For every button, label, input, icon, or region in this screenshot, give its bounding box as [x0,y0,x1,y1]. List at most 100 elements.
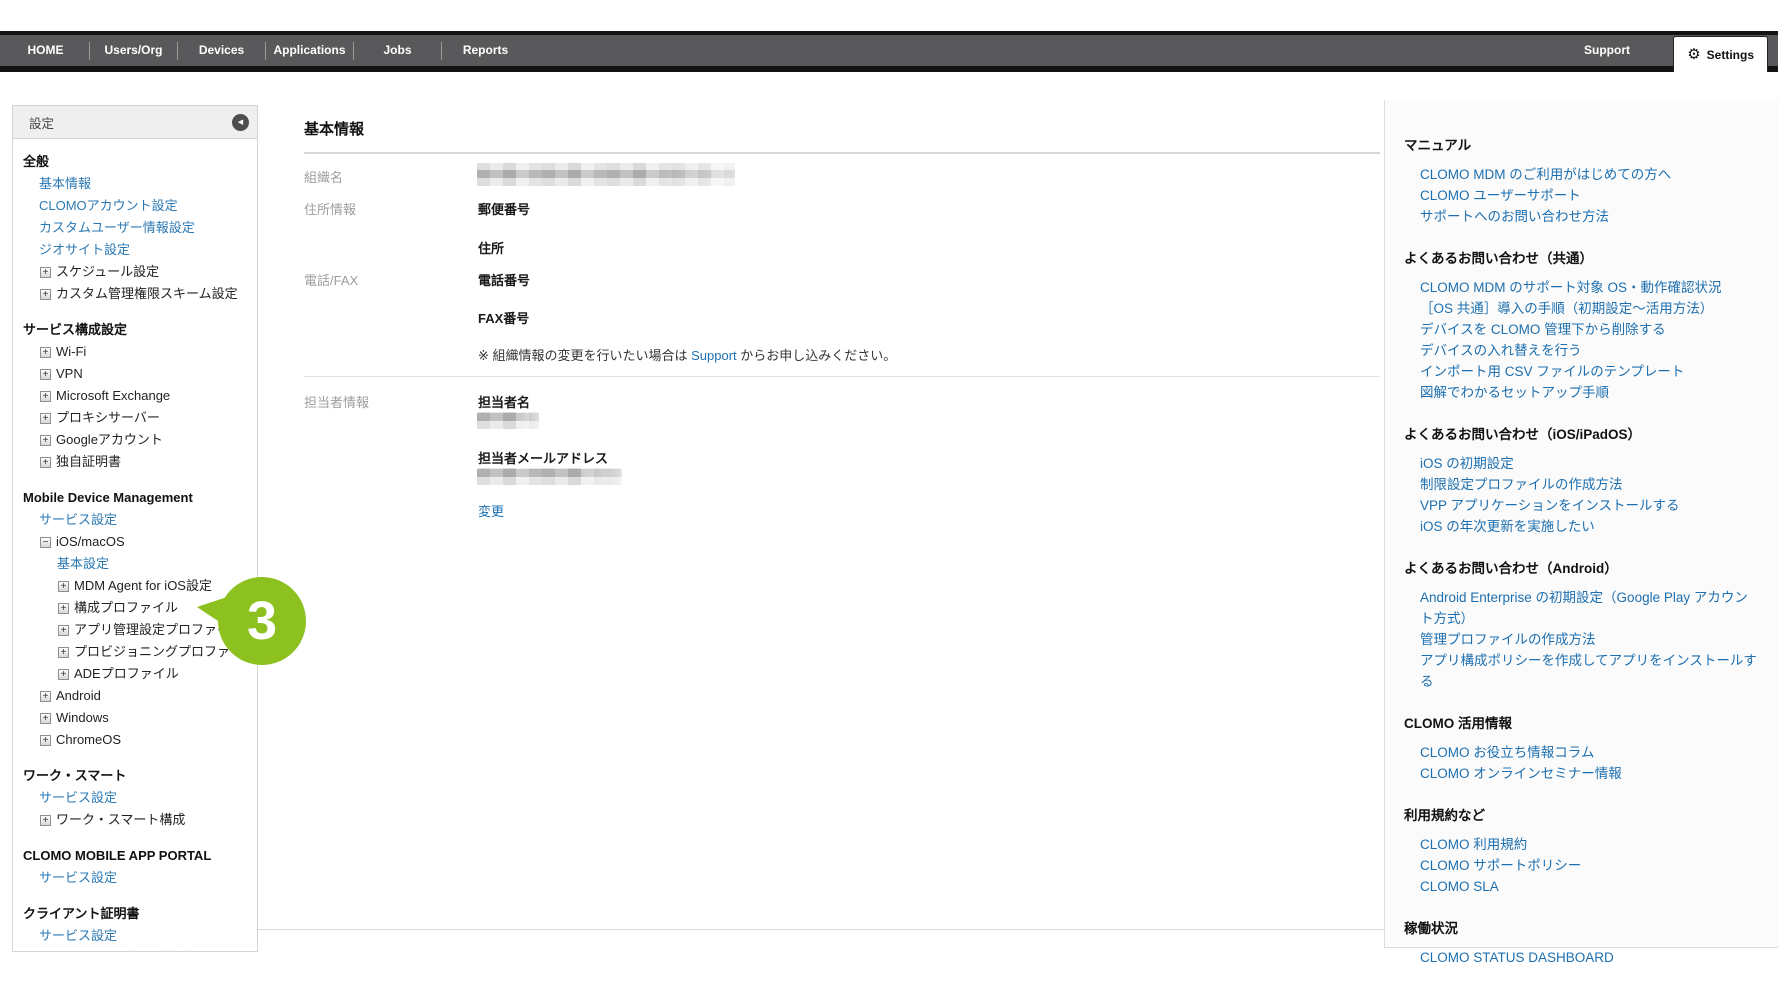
nav-support-link[interactable]: Support [1584,35,1630,66]
sidebar-item-link[interactable]: 基本情報 [13,173,257,195]
step-3-callout: 3 [197,577,327,667]
support-inline-link[interactable]: Support [691,348,737,363]
help-link[interactable]: インポート用 CSV ファイルのテンプレート [1404,361,1760,382]
help-link[interactable]: CLOMO お役立ち情報コラム [1404,742,1760,763]
plus-box-icon[interactable]: + [40,369,51,380]
address-section-label: 住所情報 [304,199,356,218]
nav-item-jobs[interactable]: Jobs [354,35,441,66]
help-link[interactable]: CLOMO ユーザーサポート [1404,185,1760,206]
help-link[interactable]: ［OS 共通］導入の手順（初期設定～活用方法） [1404,298,1760,319]
sidebar-section-title: Mobile Device Management [13,487,257,509]
sidebar-tree-item[interactable]: +プロキシサーバー [13,407,257,429]
sidebar-item-link[interactable]: サービス設定 [13,787,257,809]
minus-box-icon[interactable]: − [40,537,51,548]
settings-tab[interactable]: ⚙ Settings [1673,36,1768,72]
help-section-title: マニュアル [1404,136,1760,156]
help-link[interactable]: 管理プロファイルの作成方法 [1404,629,1760,650]
sidebar-tree-item-label: スケジュール設定 [56,261,159,283]
sidebar-tree-item[interactable]: + カスタム管理権限スキーム設定 [13,283,257,305]
sidebar-item-link[interactable]: カスタムユーザー情報設定 [13,217,257,239]
sidebar-item-link[interactable]: サービス設定 [13,509,257,531]
sidebar-tree-item[interactable]: +Wi-Fi [13,341,257,363]
plus-box-icon[interactable]: + [40,289,51,300]
sidebar-section-title: クライアント証明書 [13,903,257,925]
plus-box-icon[interactable]: + [40,457,51,468]
help-link[interactable]: 図解でわかるセットアップ手順 [1404,382,1760,403]
change-contact-link[interactable]: 変更 [478,501,504,520]
callout-number: 3 [247,590,277,652]
help-link[interactable]: Android Enterprise の初期設定（Google Play アカウ… [1404,587,1760,629]
sidebar-tree-item-label: Microsoft Exchange [56,385,170,407]
plus-box-icon[interactable]: + [58,669,69,680]
sidebar-tree-item[interactable]: + スケジュール設定 [13,261,257,283]
help-link[interactable]: アプリ構成ポリシーを作成してアプリをインストールする [1404,650,1760,692]
sidebar-item-link[interactable]: サードパーティ証明書設定 [13,947,257,952]
plus-box-icon[interactable]: + [40,413,51,424]
sidebar-tree-item[interactable]: +VPN [13,363,257,385]
section-divider [304,376,1380,377]
plus-box-icon[interactable]: + [58,581,69,592]
nav-item-reports[interactable]: Reports [442,35,529,66]
plus-box-icon[interactable]: + [40,713,51,724]
top-nav-bar: HOMEUsers/OrgDevicesApplicationsJobsRepo… [0,31,1778,72]
left-arrow-icon: ◀ [238,119,243,126]
help-link[interactable]: CLOMO サポートポリシー [1404,855,1760,876]
plus-box-icon[interactable]: + [40,347,51,358]
sidebar-tree-item[interactable]: +Android [13,685,257,707]
sidebar-tree-item[interactable]: −iOS/macOS [13,531,257,553]
contact-section-label: 担当者情報 [304,392,369,411]
sidebar-tree-item[interactable]: +独自証明書 [13,451,257,473]
nav-item-applications[interactable]: Applications [266,35,353,66]
sidebar-tree-item[interactable]: +Windows [13,707,257,729]
sidebar-tree-item-label: カスタム管理権限スキーム設定 [56,283,238,305]
sidebar-tree-item[interactable]: +ChromeOS [13,729,257,751]
collapse-sidebar-button[interactable]: ◀ [232,114,249,131]
help-link[interactable]: CLOMO STATUS DASHBOARD [1404,947,1760,968]
phone-fax-section-label: 電話/FAX [304,270,358,289]
plus-box-icon[interactable]: + [58,603,69,614]
help-link[interactable]: CLOMO SLA [1404,876,1760,897]
plus-box-icon[interactable]: + [40,391,51,402]
sidebar-item-link[interactable]: サービス設定 [13,925,257,947]
org-name-label: 組織名 [304,167,343,186]
contact-email-label: 担当者メールアドレス [478,448,608,467]
sidebar-section-title: 全般 [13,151,257,173]
help-link[interactable]: iOS の初期設定 [1404,453,1760,474]
help-link[interactable]: 制限設定プロファイルの作成方法 [1404,474,1760,495]
sidebar-header: 設定 ◀ [13,106,257,139]
sidebar-tree-item[interactable]: +Googleアカウント [13,429,257,451]
plus-box-icon[interactable]: + [40,735,51,746]
plus-box-icon[interactable]: + [58,647,69,658]
help-link[interactable]: CLOMO MDM のサポート対象 OS・動作確認状況 [1404,277,1760,298]
contact-name-label: 担当者名 [478,392,530,411]
nav-item-users-org[interactable]: Users/Org [90,35,177,66]
nav-item-home[interactable]: HOME [2,35,89,66]
help-link[interactable]: CLOMO 利用規約 [1404,834,1760,855]
sidebar-header-title: 設定 [29,113,54,132]
plus-box-icon[interactable]: + [40,691,51,702]
sidebar-item-link[interactable]: CLOMOアカウント設定 [13,195,257,217]
help-link[interactable]: VPP アプリケーションをインストールする [1404,495,1760,516]
sidebar-item-link[interactable]: サービス設定 [13,867,257,889]
nav-item-devices[interactable]: Devices [178,35,265,66]
sidebar-section-title: サービス構成設定 [13,319,257,341]
help-link[interactable]: CLOMO オンラインセミナー情報 [1404,763,1760,784]
sidebar-item-link[interactable]: ジオサイト設定 [13,239,257,261]
help-link[interactable]: iOS の年次更新を実施したい [1404,516,1760,537]
sidebar-tree-item[interactable]: +ワーク・スマート構成 [13,809,257,831]
plus-box-icon[interactable]: + [58,625,69,636]
sidebar-item-link[interactable]: 基本設定 [13,553,257,575]
note-text-prefix: ※ 組織情報の変更を行いたい場合は [478,348,691,363]
help-link[interactable]: デバイスを CLOMO 管理下から削除する [1404,319,1760,340]
help-link[interactable]: デバイスの入れ替えを行う [1404,340,1760,361]
fax-number-label: FAX番号 [478,308,529,327]
settings-sidebar: 設定 ◀ 全般基本情報CLOMOアカウント設定カスタムユーザー情報設定ジオサイト… [12,105,258,952]
plus-box-icon[interactable]: + [40,435,51,446]
help-section-title: 稼働状況 [1404,919,1760,939]
plus-box-icon[interactable]: + [40,815,51,826]
plus-box-icon[interactable]: + [40,267,51,278]
help-link[interactable]: サポートへのお問い合わせ方法 [1404,206,1760,227]
sidebar-tree-item[interactable]: + Microsoft Exchange [13,385,257,407]
help-link[interactable]: CLOMO MDM のご利用がはじめての方へ [1404,164,1760,185]
sidebar-tree-item-label: 構成プロファイル [74,597,178,619]
